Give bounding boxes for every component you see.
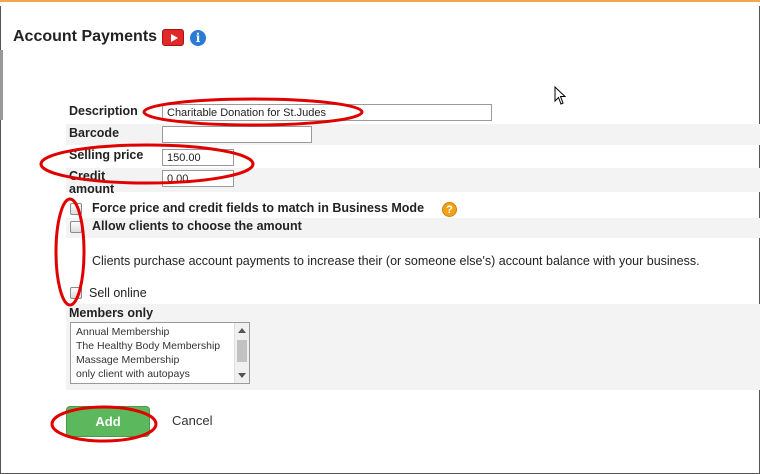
account-payment-description: Clients purchase account payments to inc… xyxy=(92,254,700,268)
add-button[interactable]: Add xyxy=(66,406,150,437)
listbox-scrollbar[interactable] xyxy=(234,323,249,383)
scroll-down-arrow-icon[interactable] xyxy=(238,373,246,378)
barcode-label: Barcode xyxy=(69,126,120,140)
members-only-label: Members only xyxy=(69,306,154,320)
barcode-input[interactable] xyxy=(162,126,312,143)
sell-online-label: Sell online xyxy=(89,286,147,300)
credit-amount-row: Credit amount 0.00 xyxy=(66,168,760,196)
list-item[interactable]: only client with autopays xyxy=(72,367,232,381)
description-label: Description xyxy=(69,104,138,118)
scroll-thumb[interactable] xyxy=(237,340,247,362)
barcode-row: Barcode xyxy=(66,124,760,145)
force-match-label: Force price and credit fields to match i… xyxy=(92,201,425,215)
credit-amount-input[interactable]: 0.00 xyxy=(162,170,234,187)
video-play-icon[interactable] xyxy=(162,29,184,46)
list-item[interactable]: Massage Membership xyxy=(72,353,232,367)
sell-online-checkbox[interactable] xyxy=(70,287,82,299)
left-edge xyxy=(0,50,3,120)
selling-price-label: Selling price xyxy=(69,148,144,162)
force-match-checkbox[interactable] xyxy=(70,203,82,215)
description-row: Description Charitable Donation for St.J… xyxy=(66,102,760,123)
page-title: Account Payments xyxy=(13,28,158,45)
allow-choose-label: Allow clients to choose the amount xyxy=(92,219,302,233)
list-item[interactable]: Annual Membership xyxy=(72,325,232,339)
members-only-listbox[interactable]: Annual Membership The Healthy Body Membe… xyxy=(70,322,250,384)
selling-price-row: Selling price 150.00 xyxy=(66,146,760,167)
info-icon[interactable]: i xyxy=(190,30,206,46)
allow-choose-checkbox[interactable] xyxy=(70,221,82,233)
cancel-link[interactable]: Cancel xyxy=(172,413,212,428)
selling-price-input[interactable]: 150.00 xyxy=(162,149,234,166)
members-only-section: Members only Annual Membership The Healt… xyxy=(66,304,760,390)
help-icon[interactable]: ? xyxy=(442,202,457,217)
description-input[interactable]: Charitable Donation for St.Judes xyxy=(162,104,492,121)
top-accent-bar xyxy=(0,0,760,6)
credit-amount-label: Credit amount xyxy=(69,169,115,196)
scroll-up-arrow-icon[interactable] xyxy=(238,328,246,333)
list-item[interactable]: The Healthy Body Membership xyxy=(72,339,232,353)
